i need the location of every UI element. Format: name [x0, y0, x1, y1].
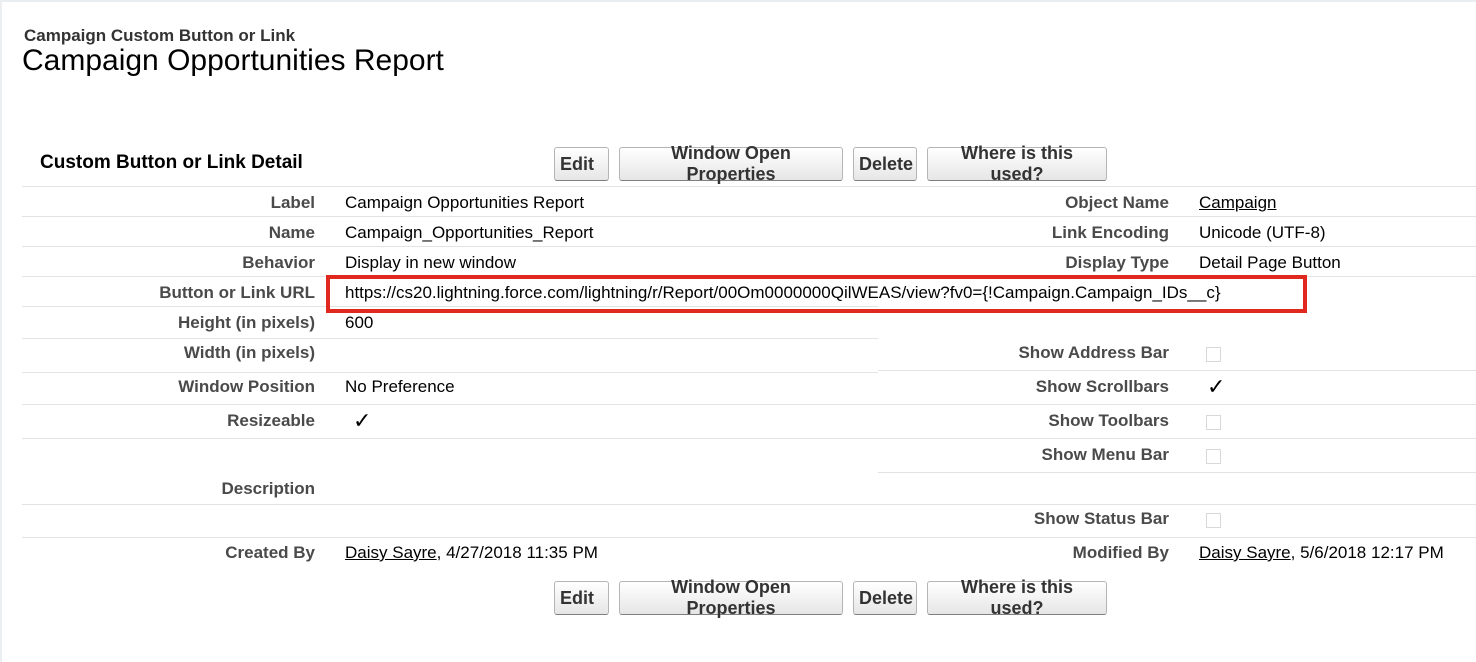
- url-highlight-box: [326, 275, 1307, 313]
- page-title: Campaign Opportunities Report: [22, 44, 444, 77]
- show-menu-bar-checkbox: [1206, 449, 1221, 464]
- show-status-bar-checkbox: [1206, 513, 1221, 528]
- edit-button[interactable]: Edit: [554, 147, 609, 181]
- description-label: Description: [221, 479, 315, 498]
- row-divider: [878, 472, 1476, 473]
- left-border: [0, 0, 2, 662]
- modified-by-date: , 5/6/2018 12:17 PM: [1290, 543, 1444, 562]
- show-address-bar-label: Show Address Bar: [1018, 343, 1169, 362]
- row-divider: [22, 246, 1476, 247]
- width-label: Width (in pixels): [183, 343, 315, 362]
- name-value: Campaign_Opportunities_Report: [345, 223, 594, 242]
- show-toolbars-label: Show Toolbars: [1048, 411, 1169, 430]
- delete-button[interactable]: Delete: [853, 581, 917, 615]
- row-divider: [22, 186, 1476, 187]
- row-divider: [22, 438, 1476, 439]
- section-title: Custom Button or Link Detail: [40, 152, 303, 173]
- window-position-value: No Preference: [345, 377, 455, 396]
- where-is-this-used-button[interactable]: Where is this used?: [927, 577, 1107, 618]
- created-by-label: Created By: [225, 543, 315, 562]
- label-value: Campaign Opportunities Report: [345, 193, 585, 212]
- behavior-label: Behavior: [242, 253, 315, 272]
- display-type-value: Detail Page Button: [1199, 253, 1341, 272]
- show-status-bar-label: Show Status Bar: [1033, 509, 1169, 528]
- row-divider: [878, 370, 1476, 371]
- window-position-label: Window Position: [178, 377, 315, 396]
- top-border: [0, 0, 1476, 2]
- show-address-bar-checkbox: [1206, 347, 1221, 362]
- display-type-label: Display Type: [1065, 253, 1169, 272]
- url-label: Button or Link URL: [159, 283, 315, 302]
- resizeable-checkmark-icon: ✓: [353, 408, 372, 433]
- bottom-button-bar: Edit Window Open Properties Delete Where…: [554, 577, 1107, 618]
- modified-by-value: Daisy Sayre, 5/6/2018 12:17 PM: [1199, 543, 1444, 563]
- edit-button[interactable]: Edit: [554, 581, 609, 615]
- object-name-label: Object Name: [1065, 193, 1169, 212]
- delete-button[interactable]: Delete: [853, 147, 917, 181]
- behavior-value: Display in new window: [345, 253, 517, 272]
- show-scrollbars-checkmark-icon: ✓: [1207, 374, 1226, 399]
- row-divider: [22, 338, 878, 339]
- created-by-value: Daisy Sayre, 4/27/2018 11:35 PM: [345, 543, 598, 563]
- label-label: Label: [270, 193, 315, 212]
- top-button-bar: Edit Window Open Properties Delete Where…: [554, 143, 1107, 184]
- where-is-this-used-button[interactable]: Where is this used?: [927, 143, 1107, 184]
- link-encoding-label: Link Encoding: [1051, 223, 1169, 242]
- window-open-properties-button[interactable]: Window Open Properties: [619, 143, 843, 184]
- name-label: Name: [268, 223, 315, 242]
- show-scrollbars-label: Show Scrollbars: [1035, 377, 1169, 396]
- row-divider: [22, 537, 1476, 538]
- row-divider: [22, 404, 1476, 405]
- resizeable-label: Resizeable: [227, 411, 315, 430]
- object-name-link[interactable]: Campaign: [1199, 193, 1277, 212]
- window-open-properties-button[interactable]: Window Open Properties: [619, 577, 843, 618]
- created-by-date: , 4/27/2018 11:35 PM: [436, 543, 598, 562]
- modified-by-label: Modified By: [1072, 543, 1169, 562]
- modified-by-user-link[interactable]: Daisy Sayre: [1199, 543, 1291, 562]
- show-toolbars-checkbox: [1206, 415, 1221, 430]
- breadcrumb: Campaign Custom Button or Link: [24, 26, 296, 45]
- row-divider: [22, 216, 1476, 217]
- show-menu-bar-label: Show Menu Bar: [1041, 445, 1169, 464]
- created-by-user-link[interactable]: Daisy Sayre: [345, 543, 437, 562]
- row-divider: [22, 372, 878, 373]
- row-divider: [22, 504, 1476, 505]
- height-label: Height (in pixels): [178, 313, 315, 332]
- height-value: 600: [345, 313, 374, 332]
- link-encoding-value: Unicode (UTF-8): [1199, 223, 1326, 242]
- object-name-value: Campaign: [1199, 193, 1277, 213]
